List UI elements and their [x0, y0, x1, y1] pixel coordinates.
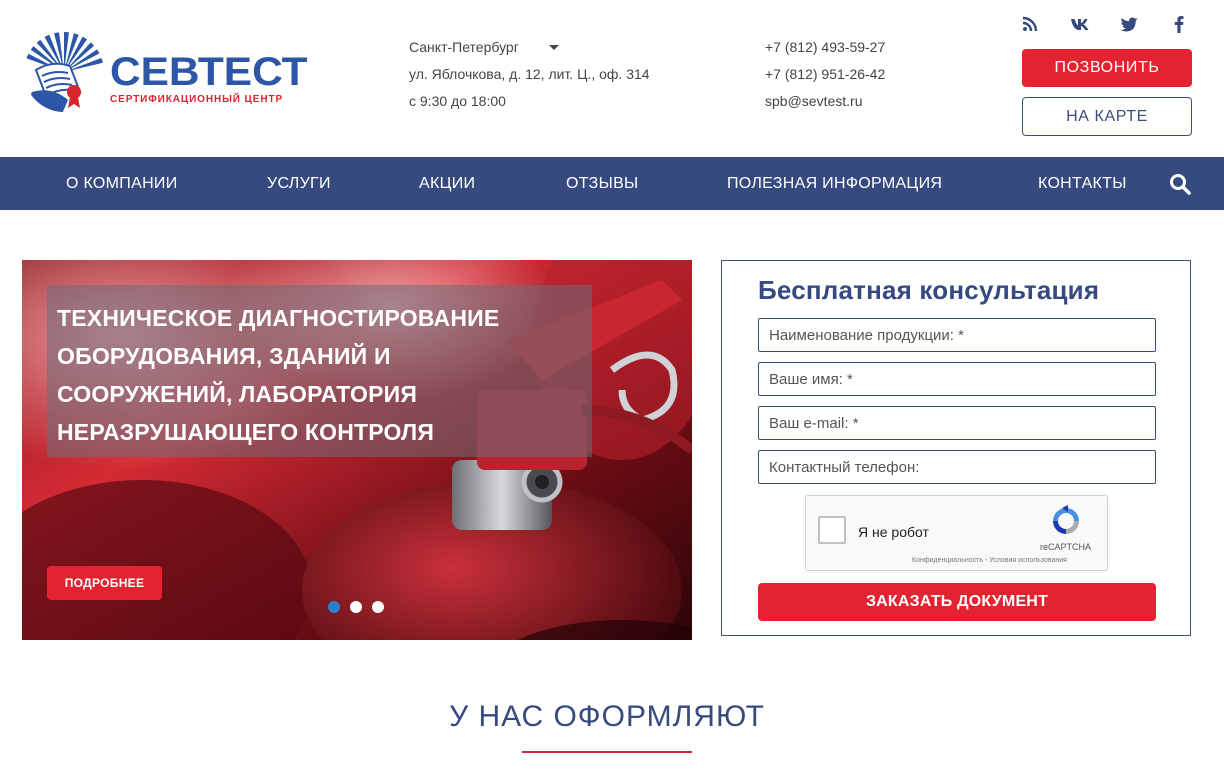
email-link[interactable]: spb@sevtest.ru	[765, 88, 885, 115]
contact-phones-block: +7 (812) 493-59-27 +7 (812) 951-26-42 sp…	[765, 34, 885, 115]
slide-caption-line: НЕРАЗРУШАЮЩЕГО КОНТРОЛЯ	[57, 419, 435, 445]
nav-item-reviews[interactable]: ОТЗЫВЫ	[566, 157, 639, 210]
logo-subtitle: СЕРТИФИКАЦИОННЫЙ ЦЕНТР	[110, 94, 284, 105]
nav-item-services[interactable]: УСЛУГИ	[267, 157, 331, 210]
logo-emblem-icon	[24, 32, 104, 112]
recaptcha-label: Я не робот	[858, 524, 929, 540]
slide-caption-line: СООРУЖЕНИЙ, ЛАБОРАТОРИЯ	[57, 381, 418, 407]
map-button[interactable]: НА КАРТЕ	[1022, 97, 1192, 136]
work-hours: с 9:30 до 18:00	[409, 93, 506, 109]
nav-item-contacts[interactable]: КОНТАКТЫ	[1038, 157, 1127, 210]
social-links	[1020, 14, 1192, 34]
main-nav: О КОМПАНИИ УСЛУГИ АКЦИИ ОТЗЫВЫ ПОЛЕЗНАЯ …	[0, 157, 1224, 210]
section-title: У НАС ОФОРМЛЯЮТ	[449, 700, 765, 733]
chevron-down-icon	[548, 45, 559, 50]
call-button[interactable]: ПОЗВОНИТЬ	[1022, 49, 1192, 87]
recaptcha-brand: reCAPTCHA	[1040, 542, 1092, 552]
city-selector[interactable]: Санкт-Петербург	[409, 34, 650, 61]
contact-address-block: Санкт-Петербург ул. Яблочкова, д. 12, ли…	[409, 34, 650, 115]
consultation-form: Бесплатная консультация Я не робот reCAP…	[721, 260, 1191, 636]
slide-caption-line: ТЕХНИЧЕСКОЕ ДИАГНОСТИРОВАНИЕ	[57, 305, 500, 331]
slider-dot-3[interactable]	[372, 601, 384, 613]
nav-item-about[interactable]: О КОМПАНИИ	[66, 157, 178, 210]
phone-link-2[interactable]: +7 (812) 951-26-42	[765, 61, 885, 88]
recaptcha-logo-icon	[1053, 505, 1079, 534]
recaptcha-widget: Я не робот reCAPTCHA Конфиденциальность …	[805, 495, 1108, 571]
slider-dot-2[interactable]	[350, 601, 362, 613]
phone-field[interactable]	[758, 450, 1156, 484]
city-label: Санкт-Петербург	[409, 39, 519, 55]
product-field[interactable]	[758, 318, 1156, 352]
section-divider	[522, 751, 692, 753]
rss-icon[interactable]	[1020, 14, 1040, 34]
recaptcha-checkbox[interactable]	[818, 516, 846, 544]
slide-caption-line: ОБОРУДОВАНИЯ, ЗДАНИЙ И	[57, 343, 391, 369]
slider-dots	[328, 601, 384, 613]
facebook-icon[interactable]	[1169, 14, 1189, 34]
slider-dot-1[interactable]	[328, 601, 340, 613]
vk-icon[interactable]	[1070, 14, 1090, 34]
logo-text: СЕВТЕСТ СЕРТИФИКАЦИОННЫЙ ЦЕНТР	[110, 52, 308, 105]
phone-link-1[interactable]: +7 (812) 493-59-27	[765, 34, 885, 61]
name-field[interactable]	[758, 362, 1156, 396]
address-text: ул. Яблочкова, д. 12, лит. Ц., оф. 314	[409, 66, 650, 82]
logo-name: СЕВТЕСТ	[110, 50, 308, 94]
slide-caption: ТЕХНИЧЕСКОЕ ДИАГНОСТИРОВАНИЕ ОБОРУДОВАНИ…	[47, 285, 592, 457]
email-field[interactable]	[758, 406, 1156, 440]
order-document-button[interactable]: ЗАКАЗАТЬ ДОКУМЕНТ	[758, 583, 1156, 621]
twitter-icon[interactable]	[1119, 14, 1139, 34]
form-title: Бесплатная консультация	[758, 275, 1100, 305]
hero-slider[interactable]: ТЕХНИЧЕСКОЕ ДИАГНОСТИРОВАНИЕ ОБОРУДОВАНИ…	[22, 260, 692, 640]
more-button[interactable]: ПОДРОБНЕЕ	[47, 566, 162, 600]
nav-item-promotions[interactable]: АКЦИИ	[419, 157, 475, 210]
site-logo[interactable]: СЕВТЕСТ СЕРТИФИКАЦИОННЫЙ ЦЕНТР	[22, 30, 308, 116]
recaptcha-links[interactable]: Конфиденциальность - Условия использован…	[912, 557, 1067, 564]
nav-item-useful-info[interactable]: ПОЛЕЗНАЯ ИНФОРМАЦИЯ	[727, 157, 942, 210]
search-icon[interactable]	[1169, 173, 1191, 195]
